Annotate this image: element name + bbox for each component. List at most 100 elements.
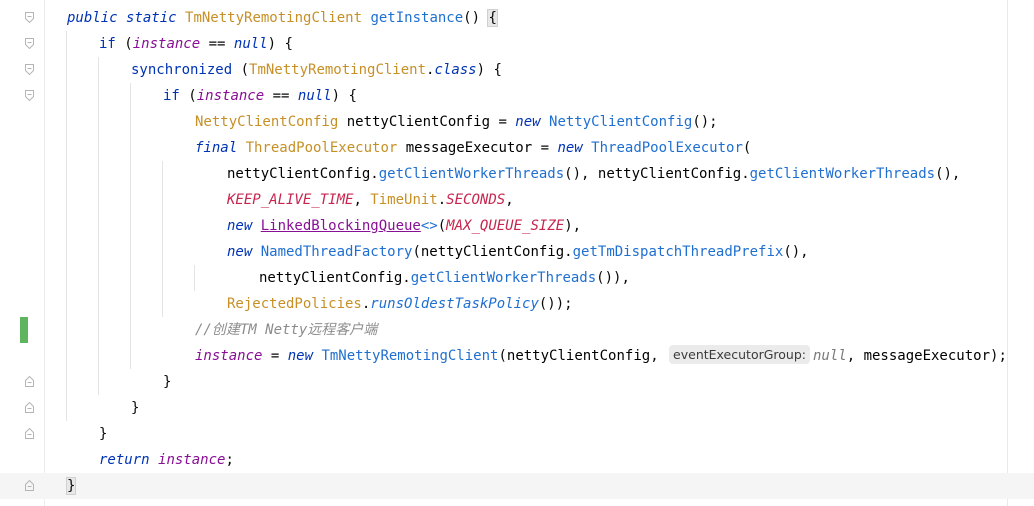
indent-guide: [66, 265, 67, 291]
code-text: NettyClientConfig nettyClientConfig = ne…: [195, 109, 718, 135]
code-token: (): [463, 10, 489, 26]
code-token: MAX_QUEUE_SIZE: [446, 218, 565, 234]
code-line[interactable]: //创建TM Netty远程客户端: [0, 317, 1034, 343]
code-text: }: [163, 369, 171, 395]
code-line[interactable]: }: [0, 369, 1034, 395]
indent-guide: [98, 317, 99, 343]
indent-guide: [66, 83, 67, 109]
code-token: ()),: [596, 270, 630, 286]
code-line[interactable]: nettyClientConfig.getClientWorkerThreads…: [0, 161, 1034, 187]
code-token: (: [188, 88, 197, 104]
indent-guide: [130, 161, 131, 187]
code-line[interactable]: nettyClientConfig.getClientWorkerThreads…: [0, 265, 1034, 291]
code-token: (),: [564, 166, 598, 182]
indent-guide: [98, 213, 99, 239]
code-line[interactable]: KEEP_ALIVE_TIME, TimeUnit.SECONDS,: [0, 187, 1034, 213]
code-token: );: [990, 348, 1007, 364]
indent-guide: [162, 291, 163, 317]
fold-collapse-icon[interactable]: [25, 90, 34, 101]
code-token: public static: [67, 10, 186, 26]
indent-guide: [130, 317, 131, 343]
code-text: RejectedPolicies.runsOldestTaskPolicy())…: [227, 291, 573, 317]
code-text: synchronized (TmNettyRemotingClient.clas…: [131, 57, 502, 83]
code-token: ThreadPoolExecutor: [245, 140, 406, 156]
code-token: RejectedPolicies: [227, 296, 362, 312]
code-line[interactable]: NettyClientConfig nettyClientConfig = ne…: [0, 109, 1034, 135]
indent-guide: [66, 369, 67, 395]
indent-guide: [130, 291, 131, 317]
indent-guide: [130, 83, 131, 109]
code-token: new: [227, 218, 261, 234]
code-text: nettyClientConfig.getClientWorkerThreads…: [227, 161, 960, 187]
code-token: new: [557, 140, 592, 156]
indent-guide: [194, 265, 195, 291]
code-line[interactable]: if (instance == null) {: [0, 83, 1034, 109]
fold-collapse-icon[interactable]: [25, 64, 34, 75]
vcs-change-marker[interactable]: [20, 317, 28, 343]
indent-guide: [98, 369, 99, 395]
code-line[interactable]: final ThreadPoolExecutor messageExecutor…: [0, 135, 1034, 161]
class-reference: LinkedBlockingQueue: [260, 218, 421, 234]
code-token: nettyClientConfig: [506, 348, 651, 364]
code-token: TmNettyRemotingClient: [321, 348, 499, 364]
null-keyword: null: [813, 348, 847, 364]
fold-end-icon[interactable]: [25, 376, 34, 387]
code-editor[interactable]: public static TmNettyRemotingClient getI…: [0, 5, 1034, 499]
indent-guide: [66, 31, 67, 57]
code-line[interactable]: RejectedPolicies.runsOldestTaskPolicy())…: [0, 291, 1034, 317]
code-line[interactable]: new NamedThreadFactory(nettyClientConfig…: [0, 239, 1034, 265]
indent-guide: [98, 343, 99, 369]
code-token: .: [437, 192, 447, 208]
fold-collapse-icon[interactable]: [25, 38, 34, 49]
code-token: messageExecutor: [863, 348, 991, 364]
indent-guide: [162, 187, 163, 213]
code-token: ) {: [267, 36, 293, 52]
code-line[interactable]: return instance;: [0, 447, 1034, 473]
code-line[interactable]: public static TmNettyRemotingClient getI…: [0, 5, 1034, 31]
matched-brace: {: [487, 9, 498, 27]
indent-guide: [130, 109, 131, 135]
code-token: =: [498, 114, 516, 130]
code-token: .: [402, 270, 411, 286]
code-token: nettyClientConfig: [227, 166, 371, 182]
code-token: ,: [505, 192, 514, 208]
indent-guide: [130, 239, 131, 265]
code-token: null: [297, 88, 332, 104]
indent-guide: [66, 161, 67, 187]
code-line[interactable]: new LinkedBlockingQueue<>(MAX_QUEUE_SIZE…: [0, 213, 1034, 239]
code-line[interactable]: synchronized (TmNettyRemotingClient.clas…: [0, 57, 1034, 83]
code-token: .: [564, 244, 573, 260]
code-text: KEEP_ALIVE_TIME, TimeUnit.SECONDS,: [227, 187, 514, 213]
code-token: ();: [692, 114, 718, 130]
indent-guide: [66, 57, 67, 83]
code-token: nettyClientConfig: [420, 244, 565, 260]
code-token: new: [227, 244, 261, 260]
fold-collapse-icon[interactable]: [25, 12, 34, 23]
code-line[interactable]: }: [0, 395, 1034, 421]
fold-end-icon[interactable]: [25, 402, 34, 413]
code-token: ,: [353, 192, 371, 208]
code-token: ),: [564, 218, 582, 234]
code-token: instance: [158, 452, 226, 468]
code-token: TmNettyRemotingClient: [249, 62, 427, 78]
code-text: new LinkedBlockingQueue<>(MAX_QUEUE_SIZE…: [227, 213, 581, 239]
code-line[interactable]: }: [0, 421, 1034, 447]
code-token: instance: [132, 36, 209, 52]
code-token: messageExecutor: [405, 140, 541, 156]
method-reference: runsOldestTaskPolicy: [370, 296, 539, 312]
code-line[interactable]: if (instance == null) {: [0, 31, 1034, 57]
code-token: ,: [650, 348, 668, 364]
code-line[interactable]: instance = new TmNettyRemotingClient(net…: [0, 343, 1034, 369]
code-line[interactable]: }: [0, 473, 1034, 499]
indent-guide: [66, 135, 67, 161]
code-text: final ThreadPoolExecutor messageExecutor…: [195, 135, 751, 161]
fold-end-icon[interactable]: [25, 480, 34, 491]
code-token: getInstance: [370, 10, 464, 26]
code-token: getTmDispatchThreadPrefix: [572, 244, 784, 260]
code-token: NettyClientConfig: [549, 114, 693, 130]
code-token: (: [742, 140, 752, 156]
indent-guide: [98, 109, 99, 135]
code-token: class: [434, 62, 477, 78]
fold-end-icon[interactable]: [25, 428, 34, 439]
code-token: (),: [935, 166, 961, 182]
